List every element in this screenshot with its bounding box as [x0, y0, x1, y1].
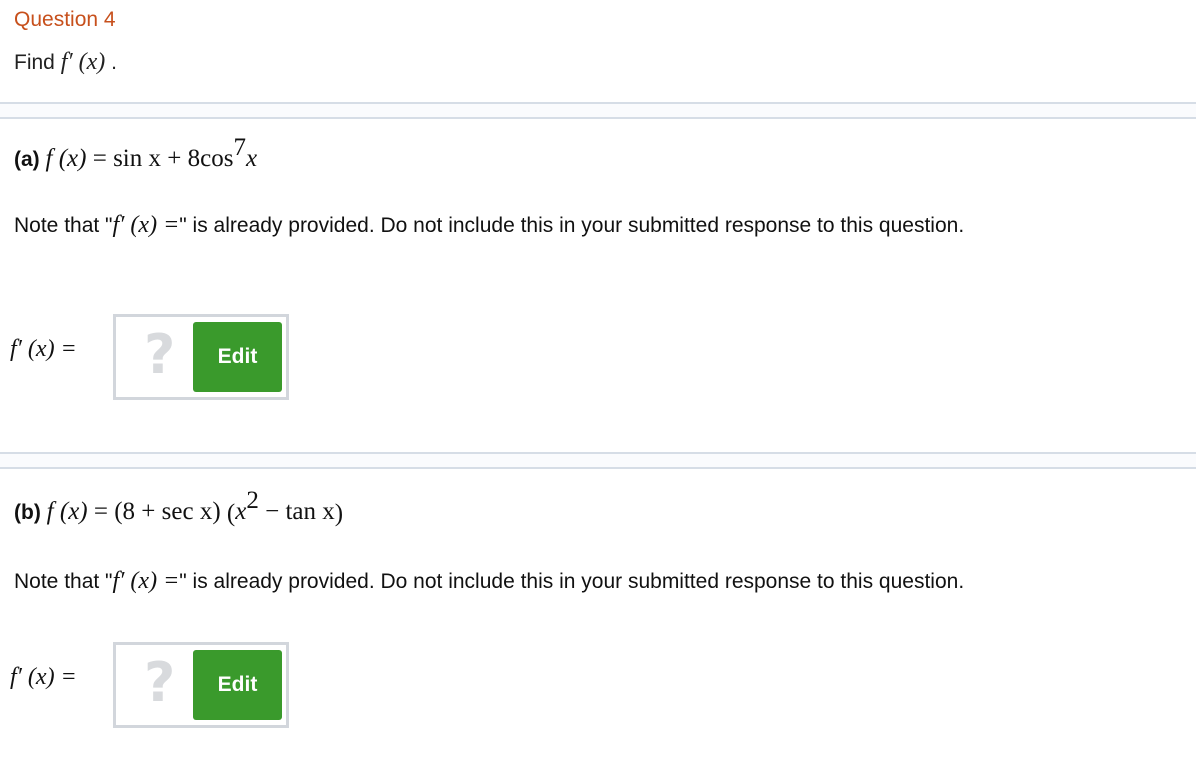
- part-a-answer-box[interactable]: ? Edit: [113, 314, 289, 400]
- part-b-equals: =: [87, 498, 115, 525]
- part-a-lhs: f (x): [45, 145, 87, 172]
- note-suffix: " is already provided. Do not include th…: [179, 570, 965, 593]
- part-a-equals: =: [86, 145, 114, 172]
- question-title: Question 4: [14, 8, 116, 31]
- note-prefix: Note that ": [14, 214, 113, 237]
- part-a-note: Note that "f′ (x) =" is already provided…: [14, 212, 964, 239]
- part-a-rhs-var: x: [245, 145, 258, 172]
- part-b-answer-label: f′ (x) =: [10, 664, 77, 690]
- placeholder-question-icon: ?: [144, 323, 176, 386]
- part-b-answer-box[interactable]: ? Edit: [113, 642, 289, 728]
- find-suffix: .: [111, 51, 117, 74]
- part-b-rhs-exponent: 2: [246, 487, 259, 514]
- placeholder-question-icon: ?: [144, 651, 176, 714]
- part-a-answer-label: f′ (x) =: [10, 336, 77, 362]
- note-prefix: Note that ": [14, 570, 113, 593]
- part-a-rhs-exponent: 7: [233, 134, 246, 161]
- part-a-rhs-main: sin x + 8cos: [113, 145, 234, 172]
- part-b-rhs-factor: (8 + sec x): [114, 498, 227, 525]
- note-math: f′ (x) =: [112, 568, 180, 594]
- part-a-heading: (a) f (x) = sin x + 8cos7x: [14, 134, 258, 173]
- part-b-label: (b): [14, 501, 41, 524]
- section-divider: [0, 452, 1196, 469]
- part-b-rhs-var: x: [235, 498, 247, 525]
- find-prefix: Find: [14, 51, 55, 74]
- part-b-heading: (b) f (x) = (8 + sec x) (x2 − tan x): [14, 487, 344, 527]
- part-a-edit-button[interactable]: Edit: [193, 322, 282, 392]
- part-b-rhs-tail: − tan x: [258, 498, 335, 525]
- note-math: f′ (x) =: [112, 212, 180, 238]
- part-b-paren-open: (: [226, 500, 236, 527]
- part-a-label: (a): [14, 148, 40, 171]
- part-b-paren-close: ): [334, 500, 344, 527]
- question-prompt: Find f′ (x) .: [14, 49, 117, 76]
- part-b-edit-button[interactable]: Edit: [193, 650, 282, 720]
- part-b-note: Note that "f′ (x) =" is already provided…: [14, 568, 964, 595]
- section-divider: [0, 102, 1196, 119]
- find-expression: f′ (x): [60, 49, 106, 75]
- note-suffix: " is already provided. Do not include th…: [179, 214, 965, 237]
- part-b-lhs: f (x): [46, 498, 88, 525]
